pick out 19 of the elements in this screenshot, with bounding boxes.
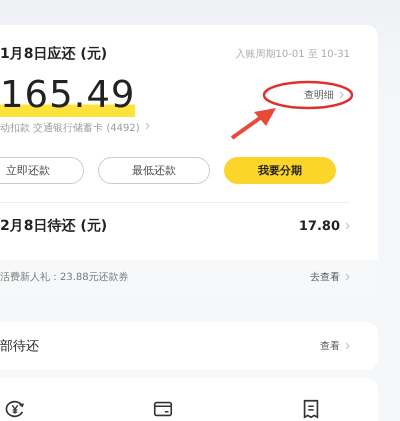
promo-text: 活费新人礼：23.88元还款券 — [0, 270, 129, 284]
bill-title: 1月8日应还 (元) — [0, 45, 108, 63]
view-link[interactable]: 查看 — [320, 339, 340, 353]
chevron-icon — [339, 91, 344, 99]
detail-link[interactable]: 查明细 — [304, 88, 334, 102]
chevron-icon — [345, 222, 350, 230]
billing-period: 入账周期10-01 至 10-31 — [236, 48, 350, 61]
next-bill-title: 2月8日待还 (元) — [0, 217, 108, 235]
annotation-arrow — [230, 106, 278, 140]
chevron-icon — [345, 342, 350, 350]
pending-title: 部待还 — [0, 338, 39, 355]
chevron-icon — [345, 273, 350, 281]
repay-button[interactable]: 我要分期 — [224, 157, 336, 184]
next-bill-amount[interactable]: 17.80 — [298, 218, 340, 234]
yuan-refresh-icon[interactable] — [4, 398, 26, 420]
repay-button[interactable]: 最低还款 — [98, 157, 210, 184]
chevron-icon — [144, 122, 150, 130]
repay-button[interactable]: 立即还款 — [0, 157, 84, 184]
promo-link[interactable]: 去查看 — [310, 270, 340, 284]
